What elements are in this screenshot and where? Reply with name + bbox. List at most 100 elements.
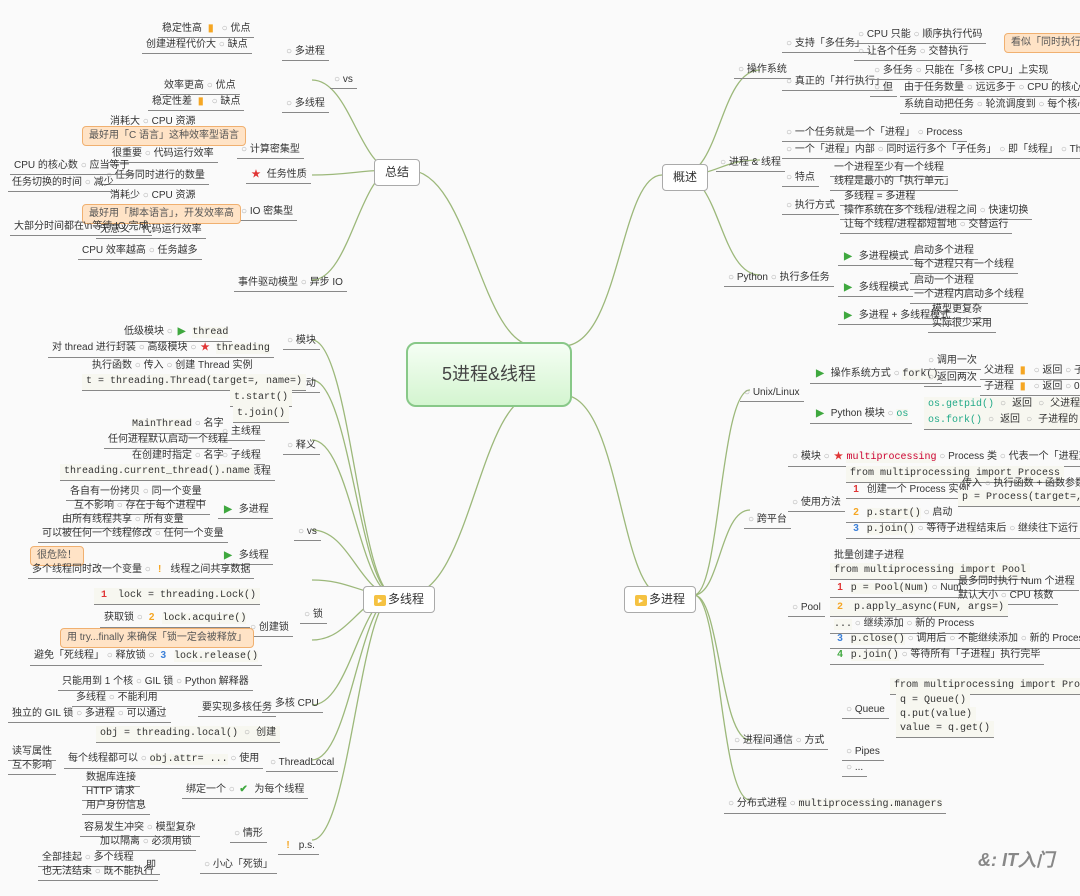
ci-switch[interactable]: 任务切换的时间 ○ 减少 bbox=[8, 175, 118, 192]
th-danger[interactable]: 多个线程同时改一个变量 ○ ! 线程之间共享数据 bbox=[28, 562, 254, 579]
ps4[interactable]: 也无法结束 ○ 既不能执行 bbox=[38, 864, 158, 881]
mp-usage[interactable]: ○ 使用方法 bbox=[788, 495, 845, 512]
ov-par1[interactable]: ○ 多任务 ○ 只能在「多核 CPU」上实现 bbox=[870, 63, 1052, 80]
th-ps[interactable]: ! p.s. bbox=[278, 838, 319, 855]
gil2[interactable]: 多线程 ○ 不能利用 bbox=[72, 690, 162, 707]
th-sn1[interactable]: 在创建时指定 ○ 名字 bbox=[128, 448, 228, 465]
th-lock[interactable]: ○ 锁 bbox=[300, 607, 327, 624]
py1b[interactable]: 每个进程只有一个线程 bbox=[910, 257, 1018, 274]
ov-python[interactable]: ○ Python ○ 执行多任务 bbox=[724, 270, 834, 287]
vs-multithread[interactable]: ○ 多线程 bbox=[282, 96, 329, 113]
th-mn2[interactable]: 任何进程默认启动一个线程 bbox=[104, 432, 232, 449]
mp-mod[interactable]: ○ 模块 ○ ★multiprocessing ○ Process 类 ○ 代表… bbox=[788, 449, 1080, 467]
th-lock2[interactable]: 获取锁 ○ 2 lock.acquire() bbox=[100, 610, 250, 628]
tl-bind[interactable]: 绑定一个 ○ ✔ 为每个线程 bbox=[182, 782, 308, 799]
callout-parallel: 看似「同时执行」 bbox=[1004, 33, 1080, 53]
summary-event[interactable]: 事件驱动模型 ○ 异步 IO bbox=[234, 275, 347, 292]
io-wait[interactable]: 大部分时间都在\n等待 IO 完成 bbox=[10, 219, 152, 236]
th-vs[interactable]: ○ vs bbox=[294, 524, 321, 541]
ipc-p[interactable]: ○ Pipes bbox=[842, 744, 884, 761]
ov-py2[interactable]: ▶ 多线程模式 bbox=[838, 280, 913, 297]
th-lock3[interactable]: 避免「死线程」 ○ 释放锁 ○ 3 lock.release() bbox=[30, 648, 262, 666]
th-vs-mp[interactable]: ▶ 多进程 bbox=[218, 502, 273, 519]
gil3[interactable]: 要实现多核任务 bbox=[198, 700, 276, 717]
ipc-e[interactable]: ○ ... bbox=[842, 760, 867, 777]
ps2[interactable]: 加以隔离 ○ 必须用锁 bbox=[96, 834, 196, 851]
ps4b[interactable]: 即 bbox=[142, 858, 160, 875]
ov-ex3[interactable]: 让每个线程/进程都短暂地 ○ 交替运行 bbox=[840, 217, 1012, 234]
branch-overview[interactable]: 概述 bbox=[662, 164, 708, 191]
ov-cpu2[interactable]: ○ 让各个任务 ○ 交替执行 bbox=[854, 44, 972, 61]
q3[interactable]: value = q.get() bbox=[896, 721, 994, 738]
ov-exec[interactable]: ○ 执行方式 bbox=[782, 198, 839, 215]
efficient[interactable]: 效率更高 ○ 优点 bbox=[160, 78, 240, 95]
pm2[interactable]: os.fork() ○ 返回 ○ 子进程的 ID bbox=[924, 413, 1080, 430]
branch-summary[interactable]: 总结 bbox=[374, 159, 420, 186]
u3[interactable]: 3 p.join() ○ 等待子进程结束后 ○ 继续往下运行 bbox=[846, 521, 1080, 539]
mp-dist[interactable]: ○ 分布式进程 ○ multiprocessing.managers bbox=[724, 796, 946, 814]
stable-bad[interactable]: 稳定性差 ▮ ○ 缺点 bbox=[148, 94, 244, 111]
gil[interactable]: 只能用到 1 个核 ○ GIL 锁 ○ Python 解释器 bbox=[58, 674, 253, 691]
mp-os[interactable]: ▶ 操作系统方式 ○ fork() bbox=[810, 366, 942, 384]
stable[interactable]: 稳定性高 ▮ ○ 优点 bbox=[158, 21, 254, 38]
fk2b[interactable]: 子进程 ▮ ○ 返回 ○ 0 bbox=[980, 379, 1080, 396]
ov-proc-thread[interactable]: ○ 进程 & 线程 bbox=[716, 155, 785, 172]
pl2[interactable]: 1 p = Pool(Num) ○ Num bbox=[830, 580, 966, 598]
ov-par2[interactable]: ○ 但 bbox=[870, 80, 897, 97]
root-node[interactable]: 5进程&线程 bbox=[406, 342, 572, 407]
mp-pymod[interactable]: ▶ Python 模块 ○ os bbox=[810, 406, 912, 424]
callout-c: 最好用「C 语言」这种效率型语言 bbox=[82, 126, 246, 146]
ci-cpu[interactable]: CPU 的核心数 ○ 应当等于 bbox=[10, 158, 134, 175]
fk1[interactable]: ○ 调用一次 bbox=[924, 353, 981, 370]
summary-vs[interactable]: ○ vs bbox=[330, 72, 357, 89]
ps-dead[interactable]: ○ 小心「死锁」 bbox=[200, 857, 277, 874]
th-defn[interactable]: ○ 释义 bbox=[283, 438, 320, 455]
th-vs4[interactable]: 可以被任何一个线程修改 ○ 任何一个变量 bbox=[38, 526, 228, 543]
create-cost[interactable]: 创建进程代价大 ○ 缺点 bbox=[142, 37, 252, 54]
vs-multiproc[interactable]: ○ 多进程 bbox=[282, 44, 329, 61]
ov-pt1[interactable]: ○ 一个任务就是一个「进程」 ○ Process bbox=[782, 125, 967, 142]
th-s2[interactable]: t = threading.Thread(target=, name=) bbox=[82, 374, 306, 391]
io-3[interactable]: CPU 效率越高 ○ 任务越多 bbox=[78, 243, 202, 260]
ov-pt2[interactable]: ○ 一个「进程」内部 ○ 同时运行多个「子任务」 ○ 即「线程」 ○ Threa… bbox=[782, 142, 1080, 159]
mp-ipc[interactable]: ○ 进程间通信 ○ 方式 bbox=[730, 733, 828, 750]
th-m2[interactable]: 对 thread 进行封装 ○ 高级模块 ○ ★ threading bbox=[48, 340, 274, 358]
io-1[interactable]: 消耗少 ○ CPU 资源 bbox=[106, 188, 200, 205]
pm1[interactable]: os.getpid() ○ 返回 ○ 父进程的 ID bbox=[924, 397, 1080, 414]
fk2a[interactable]: 父进程 ▮ ○ 返回 ○ 子进程的 ID bbox=[980, 363, 1080, 380]
pl3[interactable]: 2 p.apply_async(FUN, args=) bbox=[830, 600, 1008, 617]
ov-cpu1[interactable]: ○ CPU 只能 ○ 顺序执行代码 bbox=[854, 27, 986, 44]
ipc-q[interactable]: ○ Queue bbox=[842, 702, 889, 719]
th-lock1[interactable]: 1 lock = threading.Lock() bbox=[94, 588, 260, 605]
fk2[interactable]: ○ 返回两次 bbox=[924, 370, 981, 387]
tl-b3[interactable]: 用户身份信息 bbox=[82, 798, 150, 815]
tl3[interactable]: 互不影响 bbox=[8, 758, 56, 775]
ov-feature[interactable]: ○ 特点 bbox=[782, 170, 819, 187]
summary-task-nature[interactable]: ★ 任务性质 bbox=[246, 167, 311, 184]
th-module[interactable]: ○ 模块 bbox=[283, 333, 320, 350]
branch-thread[interactable]: ▸多线程 bbox=[363, 586, 435, 613]
watermark: &: IT入门 bbox=[978, 846, 1054, 872]
ov-py1[interactable]: ▶ 多进程模式 bbox=[838, 249, 913, 266]
th-s1[interactable]: 执行函数 ○ 传入 ○ 创建 Thread 实例 bbox=[88, 358, 256, 375]
compute-intensive[interactable]: ○ 计算密集型 bbox=[237, 142, 304, 159]
mp-unix[interactable]: ○ Unix/Linux bbox=[740, 385, 804, 402]
tl1[interactable]: obj = threading.local() ○ 创建 bbox=[96, 726, 280, 743]
th-s3[interactable]: t.start() bbox=[230, 390, 292, 407]
mp-pool[interactable]: ○ Pool bbox=[788, 600, 825, 617]
pl6[interactable]: 4 p.join() ○ 等待所有「子进程」执行完毕 bbox=[830, 647, 1044, 665]
u1[interactable]: 1 创建一个 Process 实例 bbox=[846, 482, 972, 499]
branch-process[interactable]: ▸多进程 bbox=[624, 586, 696, 613]
py3b[interactable]: 实际很少采用 bbox=[928, 316, 996, 333]
u1b[interactable]: p = Process(target=, args=) bbox=[958, 490, 1080, 507]
th-s4[interactable]: t.join() bbox=[233, 406, 289, 423]
ov-par2a[interactable]: 由于任务数量 ○ 远远多于 ○ CPU 的核心数量 bbox=[900, 80, 1080, 97]
io-intensive[interactable]: ○ IO 密集型 bbox=[237, 204, 297, 221]
ov-par2b[interactable]: 系统自动把任务 ○ 轮流调度到 ○ 每个核心上执行 bbox=[900, 97, 1080, 114]
th-local[interactable]: ○ ThreadLocal bbox=[266, 755, 338, 772]
tl4[interactable]: 每个线程都可以 ○ obj.attr= ... ○ 使用 bbox=[64, 751, 263, 769]
ps-sit[interactable]: ○ 情形 bbox=[230, 826, 267, 843]
gil4[interactable]: 独立的 GIL 锁 ○ 多进程 ○ 可以通过 bbox=[8, 706, 171, 723]
th-cur1[interactable]: threading.current_thread().name bbox=[60, 464, 254, 481]
mp-cross[interactable]: ○ 跨平台 bbox=[744, 512, 791, 529]
